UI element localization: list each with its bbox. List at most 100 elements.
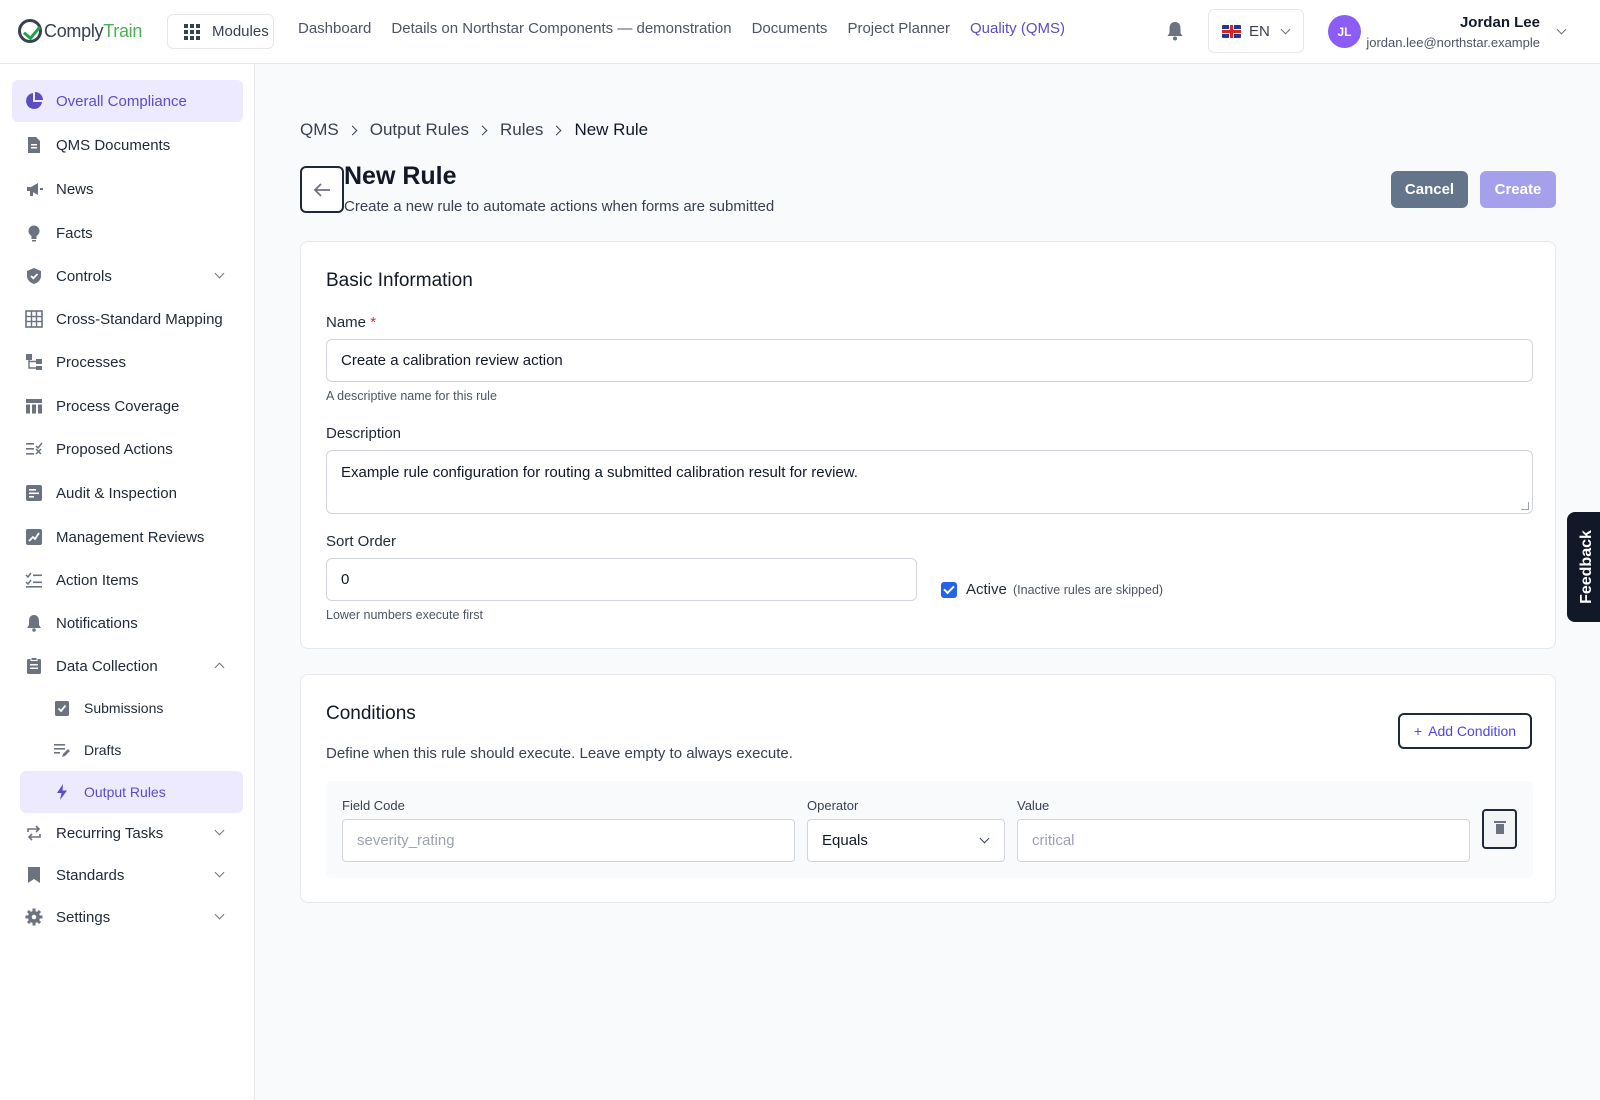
complytrain-logo[interactable]: Comply Train (18, 16, 142, 46)
operator-select[interactable]: Equals (807, 819, 1005, 862)
sidebar-item-label: Output Rules (84, 784, 166, 800)
megaphone-icon (27, 183, 43, 196)
sort-order-input[interactable]: 0 (326, 558, 917, 601)
checklist-icon (25, 572, 42, 588)
audit-icon (26, 485, 42, 501)
sidebar-item-label: Audit & Inspection (56, 484, 177, 502)
nav-quality-qms[interactable]: Quality (QMS) (970, 20, 1065, 37)
breadcrumb-rules[interactable]: Rules (500, 120, 543, 140)
name-label-text: Name (326, 314, 367, 331)
sidebar-item-label: Standards (56, 866, 125, 884)
sidebar-item-drafts[interactable]: Drafts (20, 729, 243, 771)
user-name[interactable]: Jordan Lee (1460, 14, 1540, 31)
section-title: Basic Information (326, 270, 473, 291)
document-icon (28, 137, 40, 153)
breadcrumb-output-rules[interactable]: Output Rules (370, 120, 469, 140)
plus-icon: + (1413, 723, 1423, 739)
table-icon (25, 310, 43, 328)
modules-button[interactable]: Modules (167, 14, 274, 49)
language-select[interactable]: EN (1208, 9, 1304, 53)
sidebar-item-label: Controls (56, 267, 112, 285)
description-value: Example rule configuration for routing a… (341, 464, 858, 481)
active-label[interactable]: Active (966, 581, 1007, 598)
nav-project-details[interactable]: Details on Northstar Components — demons… (391, 20, 731, 37)
sort-order-label: Sort Order (326, 533, 397, 550)
page-subtitle: Create a new rule to automate actions wh… (344, 198, 775, 215)
add-condition-label: Add Condition (1428, 723, 1517, 739)
chevron-right-icon (551, 125, 562, 135)
conditions-card: Conditions + Add Condition Define when t… (300, 674, 1556, 903)
bell-icon[interactable] (1165, 20, 1185, 42)
section-title: Conditions (326, 703, 416, 724)
sidebar-item-proposed-actions[interactable]: Proposed Actions (12, 428, 243, 470)
sidebar-item-process-coverage[interactable]: Process Coverage (12, 385, 243, 427)
sidebar-item-label: Management Reviews (56, 528, 205, 546)
sidebar-item-submissions[interactable]: Submissions (20, 687, 243, 729)
avatar[interactable]: JL (1328, 15, 1361, 48)
sidebar-item-label: Facts (56, 224, 93, 242)
sidebar-item-label: QMS Documents (56, 136, 171, 154)
sidebar-item-qms-documents[interactable]: QMS Documents (12, 124, 243, 166)
nav-project-planner[interactable]: Project Planner (847, 20, 950, 37)
active-checkbox[interactable] (941, 582, 957, 598)
chevron-down-icon (214, 909, 225, 920)
lightbulb-icon (28, 225, 40, 242)
description-textarea[interactable]: Example rule configuration for routing a… (326, 450, 1533, 514)
add-condition-button[interactable]: + Add Condition (1398, 713, 1532, 749)
name-input[interactable]: Create a calibration review action (326, 339, 1533, 382)
sidebar-item-cross-standard-mapping[interactable]: Cross-Standard Mapping (12, 298, 243, 340)
sidebar-item-label: Overall Compliance (56, 92, 187, 110)
back-button[interactable] (300, 166, 344, 213)
columns-icon (26, 399, 42, 414)
sidebar-item-label: Notifications (56, 614, 138, 632)
sidebar-item-label: Action Items (56, 571, 139, 589)
sidebar-item-processes[interactable]: Processes (12, 341, 243, 383)
logo-text-comply: Comply (44, 20, 104, 41)
value-input[interactable]: critical (1017, 819, 1470, 862)
sidebar-item-controls[interactable]: Controls (12, 255, 243, 297)
resize-handle-icon[interactable] (1521, 502, 1529, 510)
chevron-right-icon (477, 125, 488, 135)
active-note: (Inactive rules are skipped) (1013, 583, 1164, 597)
sidebar-item-standards[interactable]: Standards (12, 854, 243, 896)
logo-text-train: Train (103, 20, 143, 41)
sidebar-item-output-rules[interactable]: Output Rules (20, 771, 243, 813)
condition-row: Field Code severity_rating Operator Equa… (326, 781, 1533, 878)
cancel-button[interactable]: Cancel (1391, 171, 1468, 208)
sidebar-item-label: Drafts (84, 742, 122, 758)
sidebar-item-news[interactable]: News (12, 168, 243, 210)
sidebar-item-label: Process Coverage (56, 397, 180, 415)
create-button[interactable]: Create (1480, 171, 1556, 208)
sidebar-item-management-reviews[interactable]: Management Reviews (12, 516, 243, 558)
chevron-down-icon (979, 833, 990, 844)
sidebar-item-audit-inspection[interactable]: Audit & Inspection (12, 472, 243, 514)
sidebar-item-overall-compliance[interactable]: Overall Compliance (12, 80, 243, 122)
user-menu-chevron-icon[interactable] (1556, 24, 1567, 35)
sidebar-item-label: Cross-Standard Mapping (56, 310, 223, 328)
sidebar-item-label: News (56, 180, 94, 198)
breadcrumb-qms[interactable]: QMS (300, 120, 339, 140)
arrow-left-icon (313, 182, 330, 197)
operator-value: Equals (822, 832, 868, 849)
chevron-right-icon (347, 125, 358, 135)
field-code-input[interactable]: severity_rating (342, 819, 795, 862)
value-label: Value (1017, 798, 1050, 813)
sidebar-item-settings[interactable]: Settings (12, 896, 243, 938)
sidebar-item-action-items[interactable]: Action Items (12, 559, 243, 601)
sidebar-item-recurring-tasks[interactable]: Recurring Tasks (12, 812, 243, 854)
sidebar-item-facts[interactable]: Facts (12, 212, 243, 254)
nav-documents[interactable]: Documents (752, 20, 828, 37)
user-email: jordan.lee@northstar.example (1366, 35, 1540, 50)
delete-condition-button[interactable] (1482, 809, 1517, 849)
gear-icon (25, 908, 43, 926)
sidebar-item-notifications[interactable]: Notifications (12, 602, 243, 644)
clipboard-icon (27, 657, 41, 674)
feedback-tab[interactable]: Feedback (1567, 512, 1600, 622)
name-label: Name * (326, 314, 376, 331)
breadcrumb: QMS Output Rules Rules New Rule (300, 120, 648, 140)
repeat-icon (27, 825, 41, 841)
language-label: EN (1249, 22, 1270, 40)
nav-dashboard[interactable]: Dashboard (298, 20, 371, 37)
draft-icon (54, 744, 70, 757)
sidebar-item-data-collection[interactable]: Data Collection (12, 645, 243, 687)
